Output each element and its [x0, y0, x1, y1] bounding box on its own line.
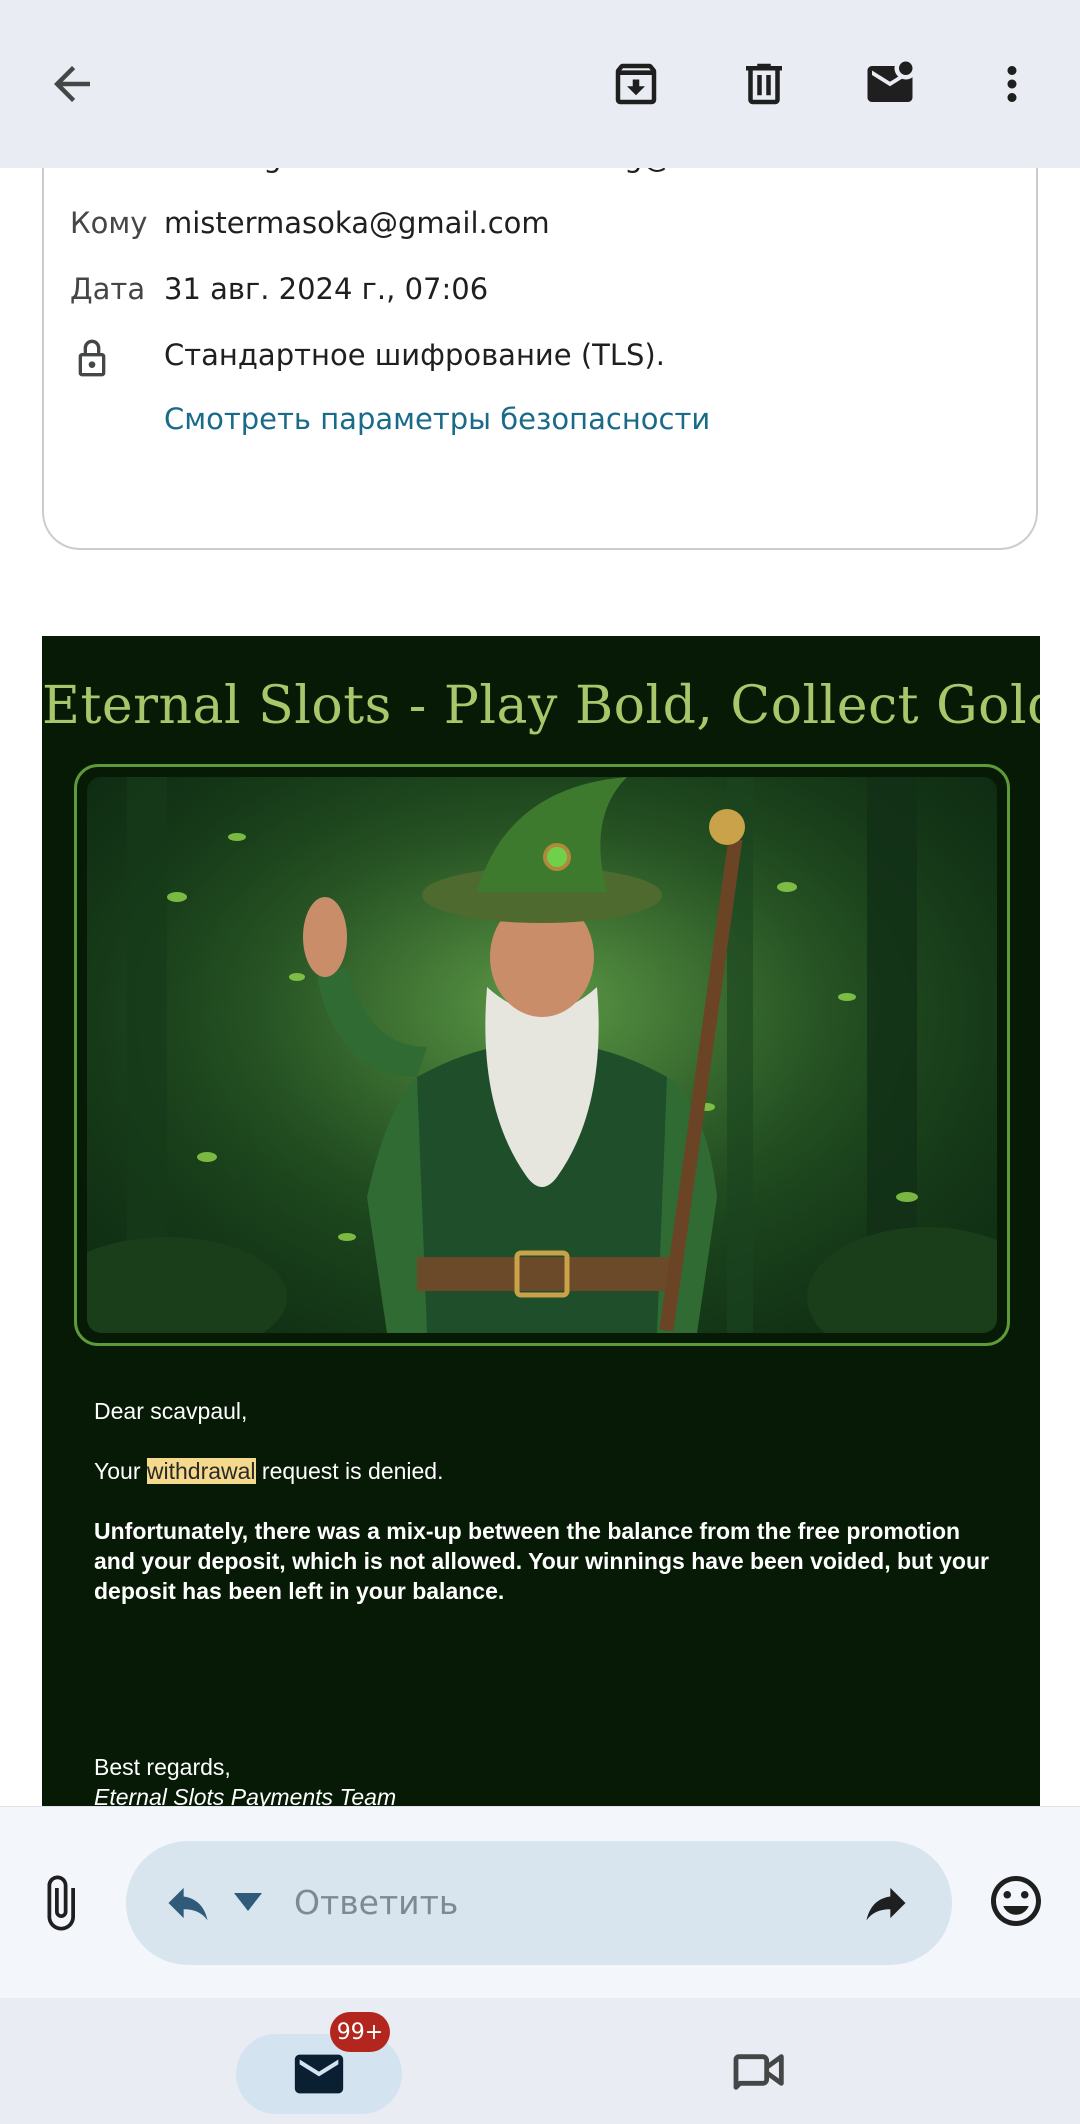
to-label: Кому	[70, 206, 148, 240]
back-button[interactable]	[32, 44, 112, 124]
paperclip-icon	[47, 1875, 75, 1931]
mark-unread-icon	[867, 61, 913, 102]
to-value: mistermasoka@gmail.com	[164, 206, 550, 240]
denial-paragraph: Unfortunately, there was a mix-up betwee…	[94, 1518, 989, 1604]
bottom-navigation: 99+	[0, 1998, 1080, 2124]
status-suffix: request is denied.	[261, 1458, 444, 1484]
forward-button[interactable]	[858, 1877, 914, 1929]
date-value: 31 авг. 2024 г., 07:06	[164, 272, 489, 306]
delete-button[interactable]	[724, 44, 804, 124]
status-line: Your withdrawal request is denied.	[94, 1456, 994, 1486]
greeting: Dear scavpaul,	[94, 1398, 248, 1424]
nav-meet-tab[interactable]	[728, 2038, 792, 2102]
mail-icon	[294, 2054, 344, 2094]
more-options-button[interactable]	[972, 44, 1052, 124]
emoji-button[interactable]	[986, 1871, 1046, 1931]
encryption-text: Стандартное шифрование (TLS).	[164, 338, 665, 372]
archive-icon	[615, 63, 657, 105]
smiley-icon	[991, 1876, 1041, 1926]
chevron-down-icon[interactable]	[234, 1893, 262, 1913]
trash-icon	[746, 63, 782, 105]
video-camera-icon	[733, 2054, 784, 2090]
email-body: Eternal Slots - Play Bold, Collect Gold	[42, 636, 1040, 1806]
arrow-back-icon	[54, 66, 90, 102]
signature: Eternal Slots Payments Team	[94, 1784, 397, 1806]
reply-field[interactable]: Ответить	[126, 1841, 952, 1965]
top-app-bar	[0, 0, 1080, 168]
reply-placeholder: Ответить	[294, 1883, 459, 1922]
reply-bar: Ответить	[0, 1806, 1080, 1998]
reply-icon[interactable]	[160, 1877, 216, 1929]
status-prefix: Your	[94, 1458, 141, 1484]
email-text: Dear scavpaul, Your withdrawal request i…	[94, 1396, 994, 1806]
more-vert-icon	[1007, 66, 1017, 102]
forward-icon	[866, 1887, 906, 1921]
wizard-image	[87, 777, 997, 1333]
lock-icon	[72, 336, 112, 380]
archive-button[interactable]	[596, 44, 676, 124]
mark-unread-button[interactable]	[850, 44, 930, 124]
unread-badge: 99+	[330, 2012, 390, 2052]
security-settings-link[interactable]: Смотреть параметры безопасности	[164, 402, 710, 436]
attach-button[interactable]	[30, 1873, 90, 1933]
email-title: Eternal Slots - Play Bold, Collect Gold	[42, 676, 1040, 736]
hero-image-frame	[74, 764, 1010, 1346]
closing: Best regards,	[94, 1754, 231, 1780]
date-label: Дата	[70, 272, 146, 306]
highlighted-word: withdrawal	[146, 1458, 256, 1484]
